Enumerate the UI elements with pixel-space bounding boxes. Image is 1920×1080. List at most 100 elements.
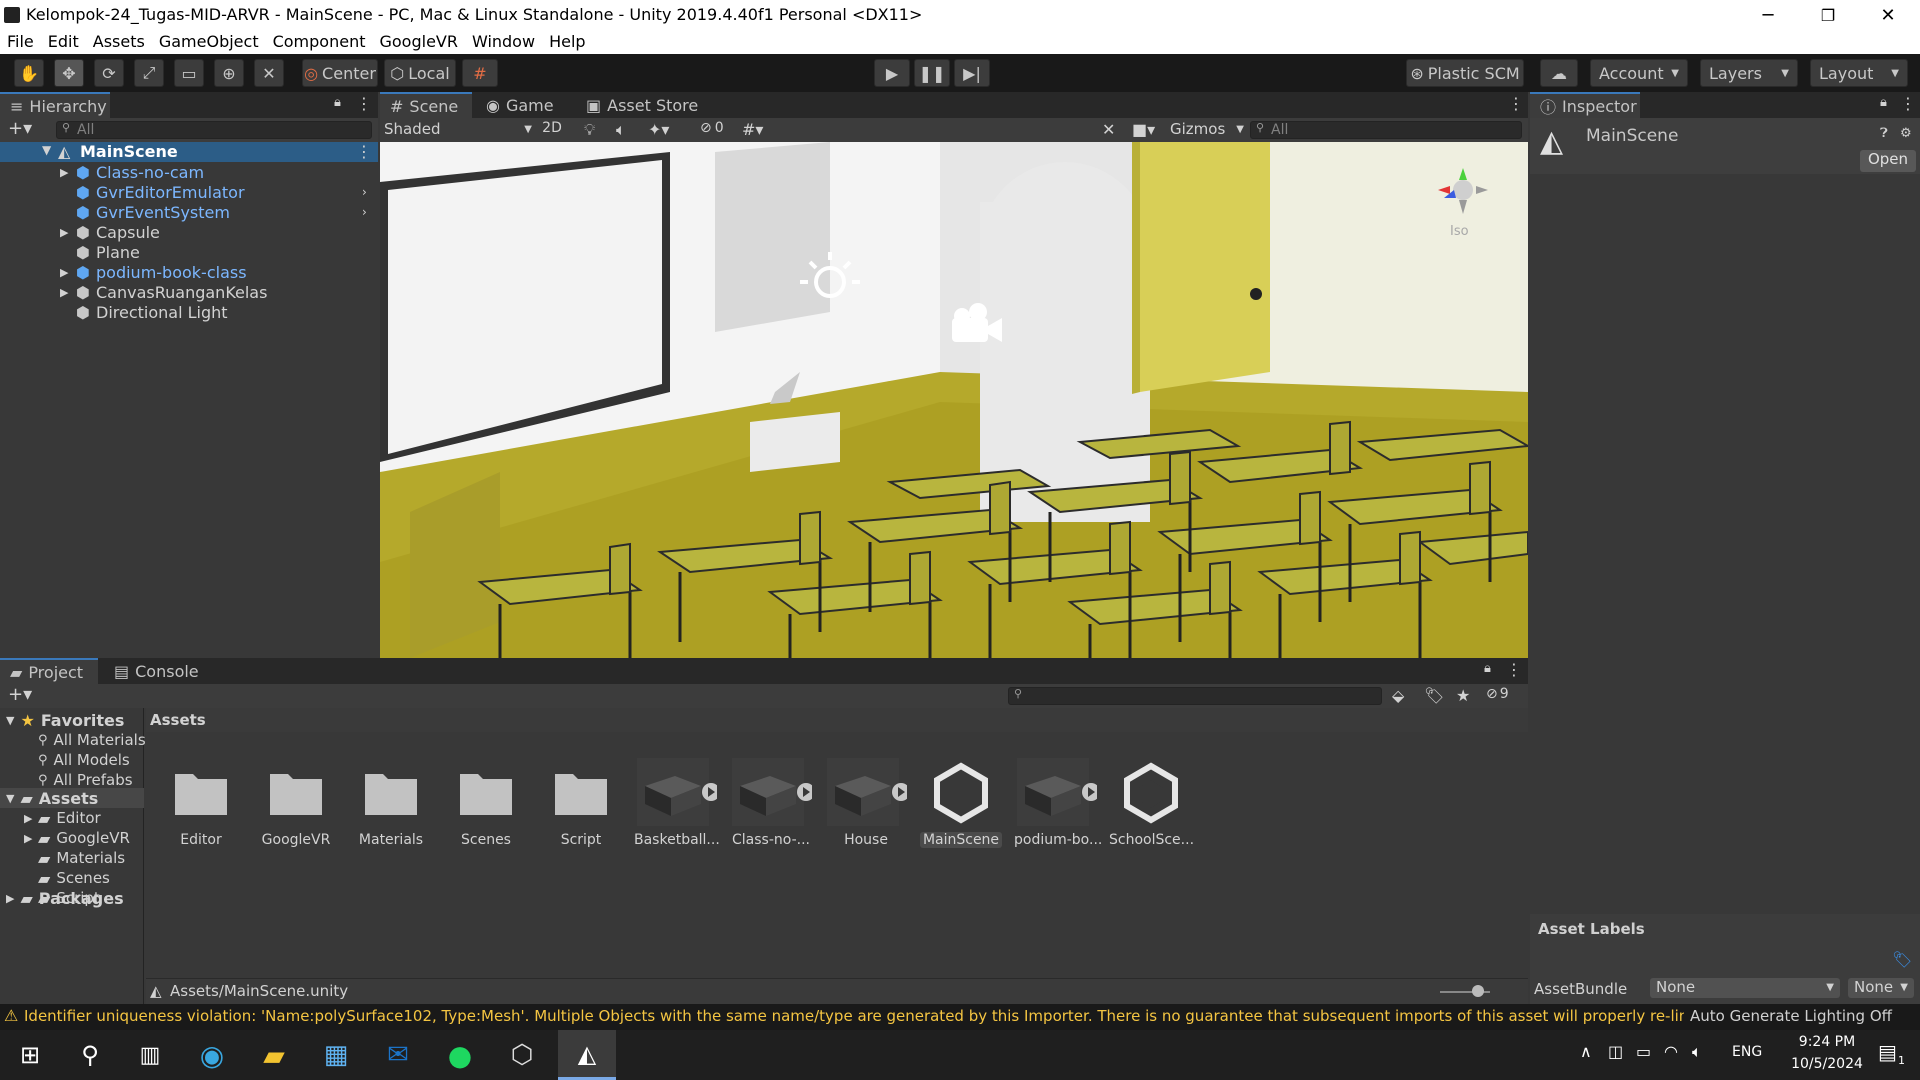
battery-icon[interactable]: ▭ — [1636, 1042, 1651, 1061]
expand-arrow-icon[interactable]: ▶ — [60, 166, 68, 179]
favorite-item[interactable]: ⚲ All Materials — [38, 730, 146, 750]
packages-row[interactable]: ▶ ▰ Packages — [6, 888, 124, 908]
camera-icon[interactable]: ■▾ — [1132, 120, 1155, 139]
expand-arrow-icon[interactable]: ▶ — [60, 286, 68, 299]
tab-asset-store[interactable]: ▣ Asset Store — [576, 92, 706, 118]
hierarchy-item[interactable]: ▶ ⬢ Class-no-cam — [0, 162, 378, 182]
hand-tool-button[interactable]: ✋ — [14, 59, 44, 87]
step-button[interactable]: ▶| — [954, 59, 990, 87]
file-explorer-taskbar-button[interactable]: ▰ — [256, 1037, 292, 1073]
audio-toggle-icon[interactable]: 🔈︎ — [616, 120, 626, 140]
create-plus-button[interactable]: +▾ — [8, 118, 32, 139]
breadcrumb-assets[interactable]: Assets — [150, 711, 206, 729]
hierarchy-search-input[interactable]: All — [56, 121, 372, 139]
collab-cloud-button[interactable]: ☁ — [1540, 59, 1578, 87]
account-dropdown[interactable]: Account ▼ — [1590, 59, 1688, 87]
scene-row-mainscene[interactable]: ▼ ◭ MainScene ⋮ — [0, 142, 378, 162]
menu-item-help[interactable]: Help — [542, 30, 592, 54]
expand-arrow-icon[interactable]: ▼ — [42, 143, 51, 157]
tab-inspector[interactable]: ⓘ Inspector — [1530, 92, 1640, 118]
hierarchy-item[interactable]: ⬢ GvrEventSystem › — [0, 202, 378, 222]
minimize-button[interactable]: ─ — [1740, 0, 1796, 30]
menu-item-assets[interactable]: Assets — [86, 30, 152, 54]
menu-item-window[interactable]: Window — [465, 30, 542, 54]
filter-type-icon[interactable]: ⬙ — [1392, 686, 1404, 705]
lock-icon[interactable]: 🔒︎ — [1484, 661, 1491, 676]
menu-item-googlevr[interactable]: GoogleVR — [372, 30, 464, 54]
lock-icon[interactable]: 🔒︎ — [1880, 95, 1887, 110]
unity-hub-taskbar-button[interactable]: ⬡ — [504, 1037, 540, 1073]
task-view-button[interactable]: ▥ — [132, 1037, 168, 1073]
scene-viewport[interactable]: Iso — [380, 142, 1528, 658]
expand-arrow-icon[interactable]: ▶ — [60, 226, 68, 239]
tab-console[interactable]: ▤ Console — [104, 658, 208, 684]
tab-scene[interactable]: # Scene — [380, 92, 472, 118]
hierarchy-item[interactable]: ⬢ GvrEditorEmulator › — [0, 182, 378, 202]
expand-arrow-icon[interactable]: ▶ — [60, 266, 68, 279]
asset-tile[interactable]: Scenes — [441, 752, 531, 848]
hierarchy-item[interactable]: ▶ ⬢ Capsule — [0, 222, 378, 242]
store-taskbar-button[interactable]: ▦ — [318, 1037, 354, 1073]
custom-tool-button[interactable]: ✕ — [254, 59, 284, 87]
hierarchy-item[interactable]: ▶ ⬢ podium-book-class — [0, 262, 378, 282]
favorite-star-icon[interactable]: ★ — [1456, 686, 1470, 705]
help-icon[interactable]: ❓︎ — [1880, 126, 1888, 141]
more-options-icon[interactable]: ⋮ — [1900, 94, 1916, 113]
tab-project[interactable]: ▰ Project — [0, 658, 98, 684]
close-button[interactable]: ✕ — [1860, 0, 1916, 30]
grid-snap-button[interactable]: # — [462, 59, 498, 87]
tab-hierarchy[interactable]: ≡ Hierarchy — [0, 92, 110, 118]
asset-tile[interactable]: Editor — [156, 752, 246, 848]
grid-toggle-icon[interactable]: #▾ — [742, 120, 763, 139]
clock-date[interactable]: 10/5/2024 — [1772, 1056, 1882, 1072]
search-button[interactable]: ⚲ — [72, 1037, 108, 1073]
asset-folder-item[interactable]: ▰ Materials — [24, 848, 125, 868]
auto-lighting-status[interactable]: Auto Generate Lighting Off — [1690, 1007, 1916, 1025]
favorite-item[interactable]: ⚲ All Prefabs — [38, 770, 133, 790]
more-options-icon[interactable]: ⋮ — [1508, 94, 1524, 113]
gizmos-dropdown[interactable]: Gizmos ▼ — [1170, 120, 1244, 138]
pause-button[interactable]: ❚❚ — [914, 59, 950, 87]
lighting-toggle-icon[interactable]: 💡︎ — [584, 120, 595, 140]
lock-icon[interactable]: 🔒︎ — [334, 95, 341, 110]
menu-item-file[interactable]: File — [0, 30, 41, 54]
label-tag-icon[interactable]: 🏷︎ — [1892, 950, 1912, 969]
outlook-taskbar-button[interactable]: ✉ — [380, 1037, 416, 1073]
asset-tile[interactable]: Basketball... — [631, 752, 721, 848]
volume-icon[interactable]: 🔈︎ — [1692, 1042, 1702, 1062]
gear-icon[interactable]: ⚙ — [1900, 126, 1912, 141]
hierarchy-item[interactable]: ⬢ Plane — [0, 242, 378, 262]
asset-tile[interactable]: GoogleVR — [251, 752, 341, 848]
clock-time[interactable]: 9:24 PM — [1772, 1034, 1882, 1050]
asset-tile[interactable]: Materials — [346, 752, 436, 848]
maximize-button[interactable]: ❐ — [1800, 0, 1856, 30]
hierarchy-item[interactable]: ▶ ⬢ CanvasRuanganKelas — [0, 282, 378, 302]
menu-item-component[interactable]: Component — [266, 30, 373, 54]
more-options-icon[interactable]: ⋮ — [1506, 660, 1522, 679]
asset-variant-dropdown[interactable]: None ▼ — [1848, 978, 1914, 998]
unity-editor-taskbar-button[interactable]: ◭ — [558, 1030, 616, 1080]
hidden-packages-toggle[interactable]: ⊘ 9 — [1486, 686, 1509, 702]
asset-tile[interactable]: MainScene — [916, 752, 1006, 848]
show-hidden-icons-icon[interactable]: ∧ — [1580, 1042, 1592, 1061]
create-plus-button[interactable]: +▾ — [8, 684, 32, 705]
space-local-button[interactable]: ⬡ Local — [384, 59, 456, 87]
scene-search-input[interactable]: All — [1250, 121, 1522, 139]
chevron-right-icon[interactable]: › — [362, 205, 367, 219]
more-options-icon[interactable]: ⋮ — [356, 94, 372, 113]
transform-tool-button[interactable]: ⊕ — [214, 59, 244, 87]
asset-tile[interactable]: SchoolSce... — [1106, 752, 1196, 848]
slider-thumb[interactable] — [1472, 985, 1484, 997]
play-button[interactable]: ▶ — [874, 59, 910, 87]
asset-tile[interactable]: Script — [536, 752, 626, 848]
rotate-tool-button[interactable]: ⟳ — [94, 59, 124, 87]
console-warning-message[interactable]: Identifier uniqueness violation: 'Name:p… — [24, 1007, 1684, 1025]
scene-menu-icon[interactable]: ⋮ — [356, 142, 372, 161]
menu-item-gameobject[interactable]: GameObject — [152, 30, 266, 54]
tools-icon[interactable]: ✕ — [1102, 120, 1115, 139]
mode-2d-button[interactable]: 2D — [536, 120, 568, 140]
tab-game[interactable]: ◉ Game — [476, 92, 572, 118]
asset-folder-item[interactable]: ▶ ▰ GoogleVR — [24, 828, 130, 848]
favorites-row[interactable]: ▼ ★ Favorites — [6, 710, 124, 730]
asset-tile[interactable]: podium-bo... — [1011, 752, 1102, 848]
